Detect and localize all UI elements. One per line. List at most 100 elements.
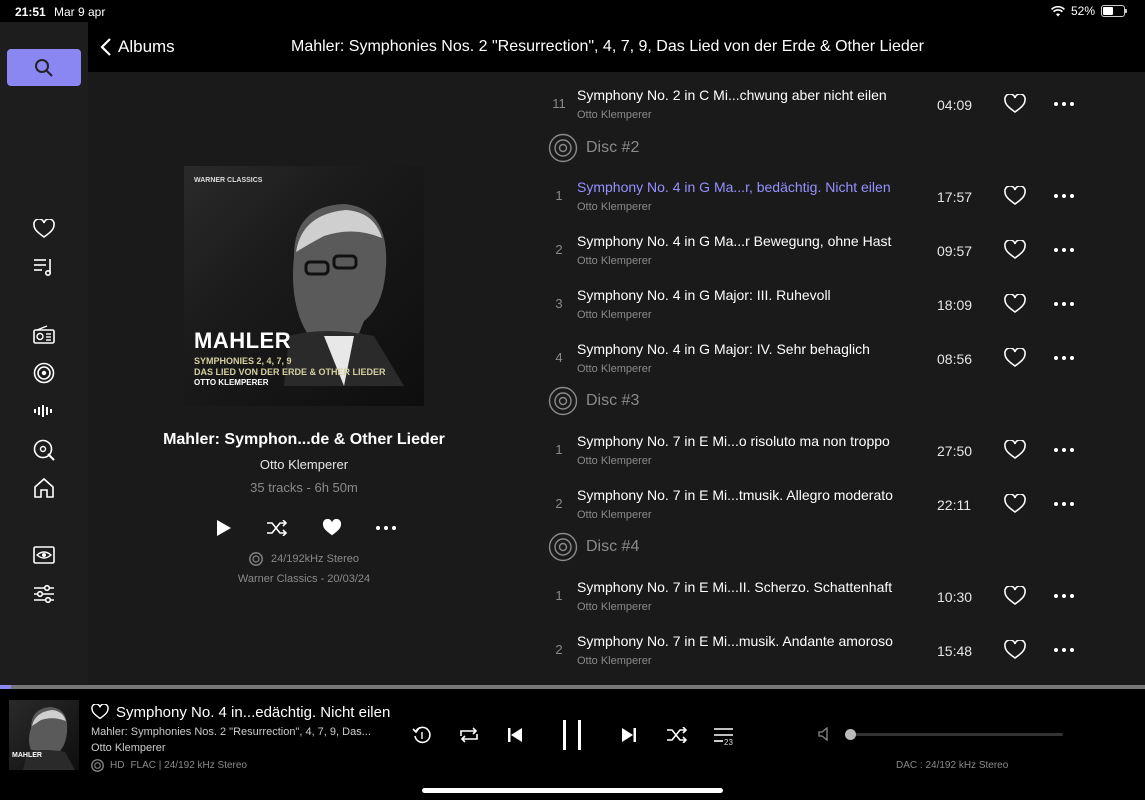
- track-row[interactable]: 2 Symphony No. 7 in E Mi...musik. Andant…: [520, 620, 1145, 674]
- battery-icon: [1101, 5, 1127, 17]
- thumb-title: MAHLER: [12, 752, 42, 759]
- radio-icon: [33, 325, 55, 345]
- dac-info: DAC : 24/192 kHz Stereo: [896, 760, 1009, 771]
- shuffle-button[interactable]: [266, 520, 288, 536]
- track-row[interactable]: 11 Symphony No. 2 in C Mi...chwung aber …: [520, 74, 1145, 128]
- track-row[interactable]: 3 Symphony No. 4 in G Major: III. Ruhevo…: [520, 274, 1145, 328]
- favorite-track-button[interactable]: [1004, 294, 1026, 314]
- track-title: Symphony No. 7 in E Mi...tmusik. Allegro…: [577, 487, 893, 503]
- status-date: Mar 9 apr: [54, 5, 106, 19]
- sidebar-item-visualizer[interactable]: [28, 541, 60, 569]
- track-title: Symphony No. 4 in G Major: IV. Sehr beha…: [577, 341, 870, 357]
- track-duration: 17:57: [937, 189, 973, 205]
- favorite-track-button[interactable]: [1004, 586, 1026, 606]
- disc-header: Disc #2: [548, 132, 639, 164]
- disc-icon: [548, 133, 578, 163]
- sidebar: [0, 22, 88, 685]
- track-more-button[interactable]: [1054, 448, 1074, 452]
- favorite-now-playing-button[interactable]: [91, 704, 109, 720]
- status-right: 52%: [1051, 4, 1127, 18]
- home-indicator[interactable]: [422, 788, 723, 793]
- track-number: 2: [555, 496, 563, 511]
- hires-icon: [91, 759, 104, 772]
- top-bar: Albums Mahler: Symphonies Nos. 2 "Resurr…: [88, 22, 1145, 72]
- track-more-button[interactable]: [1054, 594, 1074, 598]
- heart-icon: [33, 219, 55, 239]
- sidebar-item-discover[interactable]: [28, 436, 60, 464]
- disc-label: Disc #4: [586, 538, 640, 555]
- favorite-track-button[interactable]: [1004, 186, 1026, 206]
- queue-count: 23: [724, 738, 733, 747]
- sidebar-item-waveform[interactable]: [28, 397, 60, 425]
- track-artist: Otto Klemperer: [577, 601, 652, 613]
- track-duration: 09:57: [937, 243, 973, 259]
- sidebar-item-settings[interactable]: [28, 580, 60, 608]
- track-artist: Otto Klemperer: [577, 363, 652, 375]
- repeat-button[interactable]: [457, 723, 481, 747]
- podcast-icon: [33, 362, 55, 384]
- track-more-button[interactable]: [1054, 194, 1074, 198]
- page-title: Mahler: Symphonies Nos. 2 "Resurrection"…: [291, 38, 924, 55]
- home-icon: [33, 477, 55, 499]
- sidebar-item-podcasts[interactable]: [28, 359, 60, 387]
- battery-percent: 52%: [1070, 4, 1095, 18]
- track-row[interactable]: 2 Symphony No. 7 in E Mi...tmusik. Alleg…: [520, 474, 1145, 528]
- shuffle-button[interactable]: [665, 723, 689, 747]
- portrait-illustration: [23, 707, 75, 770]
- track-duration: 04:09: [937, 97, 973, 113]
- sidebar-item-playlists[interactable]: [28, 253, 60, 281]
- track-duration: 22:11: [937, 497, 971, 513]
- now-playing-title[interactable]: Symphony No. 4 in...edächtig. Nicht eile…: [116, 704, 390, 721]
- now-playing-artist[interactable]: Otto Klemperer: [91, 742, 166, 754]
- search-button[interactable]: [7, 49, 81, 86]
- sidebar-item-home[interactable]: [28, 474, 60, 502]
- album-label: Warner Classics - 20/03/24: [237, 573, 371, 585]
- now-playing-cover[interactable]: MAHLER: [9, 700, 79, 770]
- track-more-button[interactable]: [1054, 648, 1074, 652]
- chevron-left-icon: [100, 38, 112, 56]
- favorite-track-button[interactable]: [1004, 348, 1026, 368]
- track-more-button[interactable]: [1054, 356, 1074, 360]
- track-number: 1: [555, 442, 563, 457]
- cover-brand: WARNER CLASSICS: [194, 177, 263, 184]
- track-more-button[interactable]: [1054, 248, 1074, 252]
- previous-button[interactable]: [505, 723, 525, 747]
- track-more-button[interactable]: [1054, 502, 1074, 506]
- favorite-track-button[interactable]: [1004, 94, 1026, 114]
- volume-knob[interactable]: [845, 729, 856, 740]
- next-button[interactable]: [619, 723, 639, 747]
- pause-button[interactable]: [560, 719, 584, 751]
- track-more-button[interactable]: [1054, 102, 1074, 106]
- favorite-track-button[interactable]: [1004, 440, 1026, 460]
- track-number: 1: [555, 188, 563, 203]
- favorite-album-button[interactable]: [322, 519, 342, 537]
- playlist-icon: [33, 257, 55, 277]
- replay-button[interactable]: [410, 723, 434, 747]
- favorite-track-button[interactable]: [1004, 640, 1026, 660]
- back-button[interactable]: Albums: [100, 37, 175, 57]
- sidebar-item-radio[interactable]: [28, 321, 60, 349]
- status-bar: 21:51 Mar 9 apr 52%: [0, 0, 1145, 22]
- play-button[interactable]: [216, 519, 232, 537]
- volume-slider[interactable]: [845, 729, 1063, 740]
- wifi-icon: [1051, 5, 1065, 17]
- track-row[interactable]: 4 Symphony No. 4 in G Major: IV. Sehr be…: [520, 328, 1145, 382]
- track-title: Symphony No. 7 in E Mi...o risoluto ma n…: [577, 433, 890, 449]
- track-title: Symphony No. 4 in G Ma...r Bewegung, ohn…: [577, 233, 892, 249]
- track-row[interactable]: 2 Symphony No. 4 in G Ma...r Bewegung, o…: [520, 220, 1145, 274]
- favorite-track-button[interactable]: [1004, 494, 1026, 514]
- track-row[interactable]: 1 Symphony No. 7 in E Mi...o risoluto ma…: [520, 420, 1145, 474]
- sliders-icon: [33, 584, 55, 604]
- cover-line-1: SYMPHONIES 2, 4, 7, 9: [194, 356, 292, 366]
- volume-icon[interactable]: [818, 727, 834, 741]
- track-row[interactable]: 1 Symphony No. 7 in E Mi...II. Scherzo. …: [520, 566, 1145, 620]
- album-artist[interactable]: Otto Klemperer: [88, 457, 520, 472]
- album-quality-text: 24/192kHz Stereo: [270, 553, 360, 565]
- track-artist: Otto Klemperer: [577, 309, 652, 321]
- more-options-button[interactable]: [376, 526, 396, 530]
- favorite-track-button[interactable]: [1004, 240, 1026, 260]
- track-more-button[interactable]: [1054, 302, 1074, 306]
- track-row[interactable]: 1 Symphony No. 4 in G Ma...r, bedächtig.…: [520, 166, 1145, 220]
- now-playing-album[interactable]: Mahler: Symphonies Nos. 2 "Resurrection"…: [91, 726, 371, 738]
- sidebar-item-favorites[interactable]: [28, 215, 60, 243]
